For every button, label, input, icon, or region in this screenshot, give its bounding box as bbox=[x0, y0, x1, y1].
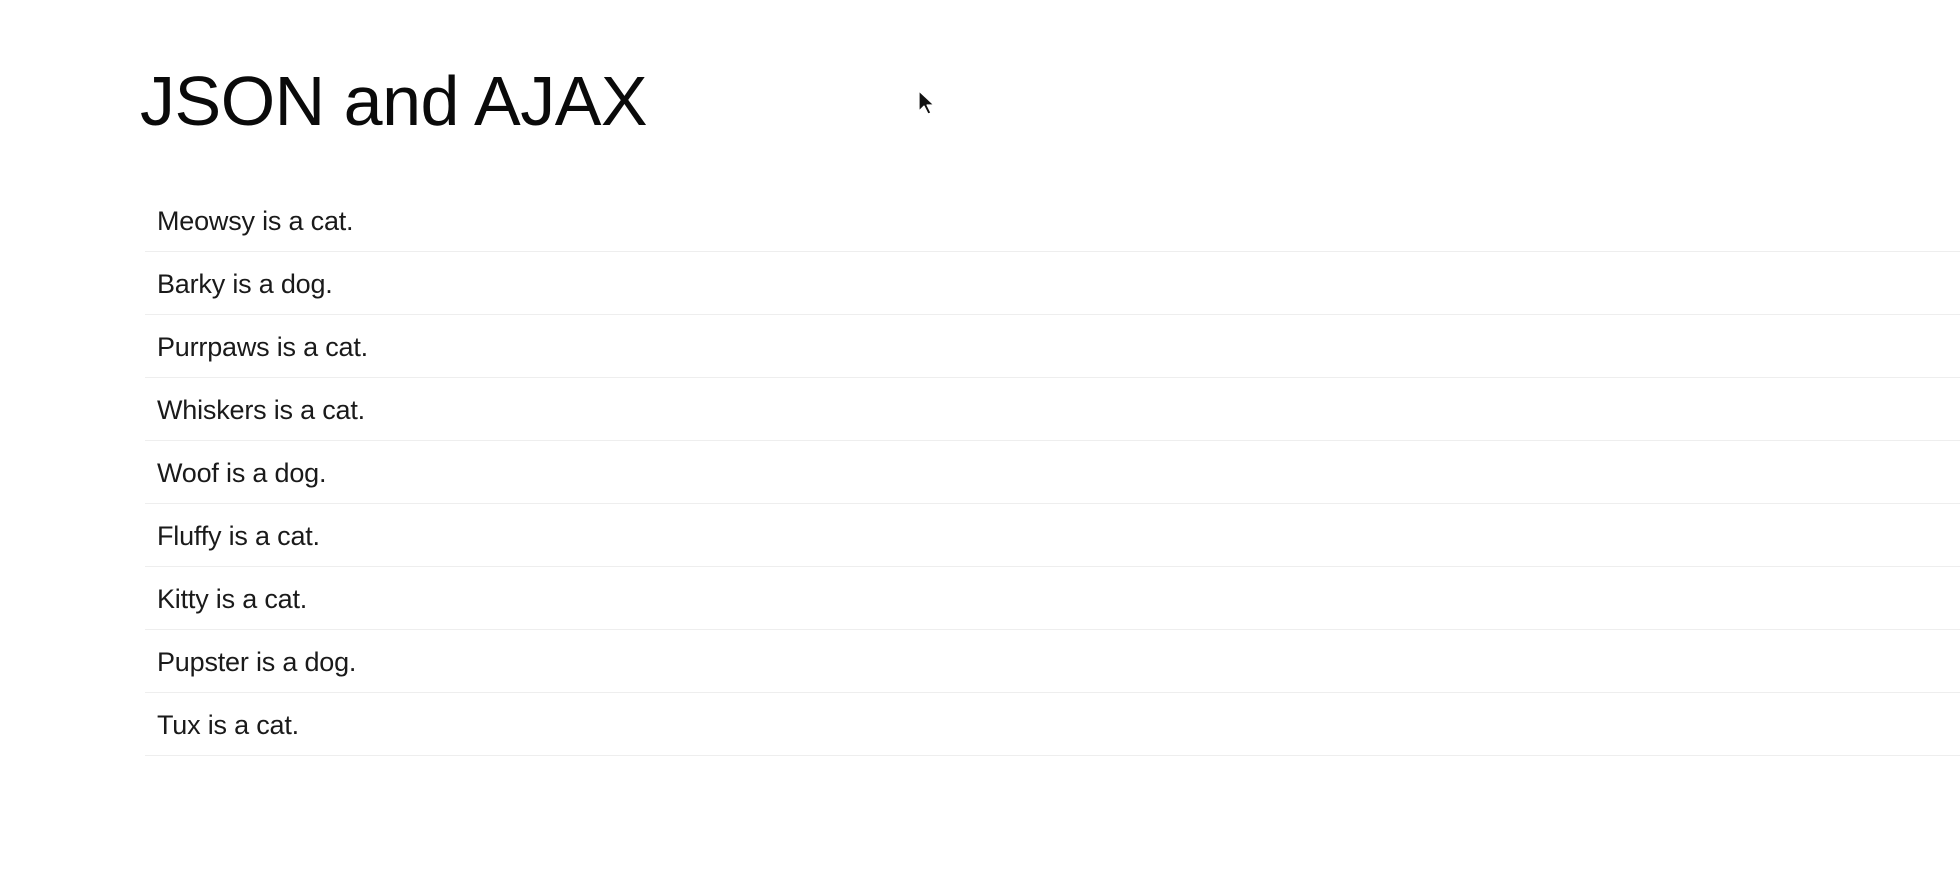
list-item: Meowsy is a cat. bbox=[145, 189, 1960, 252]
list-item: Pupster is a dog. bbox=[145, 630, 1960, 693]
list-item: Fluffy is a cat. bbox=[145, 504, 1960, 567]
pet-list: Meowsy is a cat. Barky is a dog. Purrpaw… bbox=[145, 189, 1960, 756]
mouse-pointer-icon bbox=[918, 90, 935, 115]
list-item: Tux is a cat. bbox=[145, 693, 1960, 756]
list-item: Woof is a dog. bbox=[145, 441, 1960, 504]
list-item: Kitty is a cat. bbox=[145, 567, 1960, 630]
page-title: JSON and AJAX bbox=[140, 62, 648, 140]
list-item: Barky is a dog. bbox=[145, 252, 1960, 315]
list-item: Whiskers is a cat. bbox=[145, 378, 1960, 441]
list-item: Purrpaws is a cat. bbox=[145, 315, 1960, 378]
